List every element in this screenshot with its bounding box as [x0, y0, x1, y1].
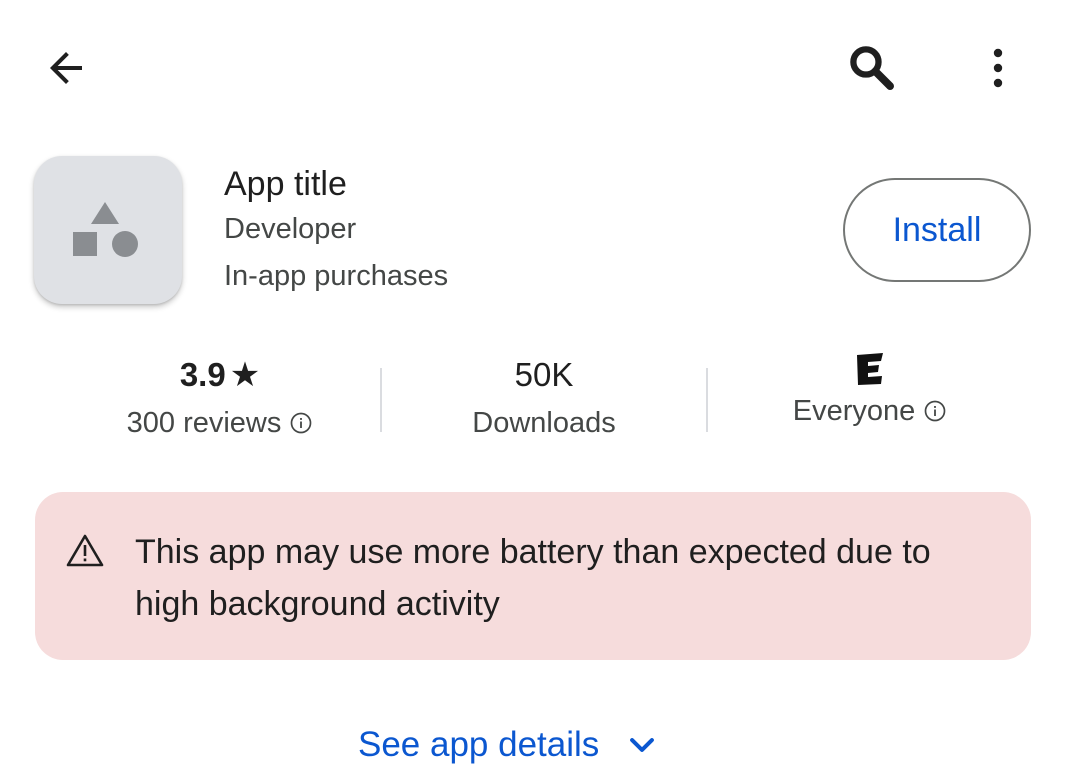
reviews-count: 300 reviews: [126, 407, 282, 439]
app-icon: [34, 156, 182, 304]
stat-divider: [380, 368, 382, 432]
app-info: App title Developer In-app purchases: [224, 162, 448, 300]
app-title: App title: [224, 165, 347, 203]
content-rating-label: Everyone: [792, 395, 916, 427]
esrb-everyone-icon: [857, 353, 883, 385]
more-options-button[interactable]: [966, 36, 1030, 100]
more-vert-icon: [993, 48, 1003, 88]
install-button[interactable]: Install: [843, 178, 1031, 282]
star-icon: ★: [229, 356, 261, 394]
downloads-stat: 50K Downloads: [424, 352, 664, 448]
battery-warning-banner: This app may use more battery than expec…: [35, 492, 1031, 660]
in-app-purchases-label: In-app purchases: [224, 260, 449, 292]
rating-stat[interactable]: 3.9 ★ 300 reviews: [100, 352, 340, 448]
shapes-placeholder-icon: [73, 202, 138, 257]
warning-text: This app may use more battery than expec…: [135, 533, 931, 623]
see-app-details-label: See app details: [358, 725, 600, 764]
stat-divider: [706, 368, 708, 432]
rating-value: 3.9: [179, 356, 226, 393]
back-button[interactable]: [34, 36, 98, 100]
app-listing-screen: App title Developer In-app purchases Ins…: [0, 0, 1068, 778]
search-button[interactable]: [840, 36, 904, 100]
search-icon: [850, 46, 894, 90]
chevron-down-icon: [630, 738, 655, 752]
see-app-details-button[interactable]: See app details: [358, 716, 659, 774]
content-rating-stat[interactable]: Everyone: [750, 352, 990, 436]
warning-triangle-icon: [66, 534, 104, 567]
downloads-value: 50K: [514, 356, 574, 393]
downloads-label: Downloads: [472, 407, 616, 439]
info-icon: [924, 400, 946, 422]
info-icon: [291, 412, 312, 434]
arrow-back-icon: [50, 52, 82, 84]
developer-name[interactable]: Developer: [224, 206, 448, 253]
